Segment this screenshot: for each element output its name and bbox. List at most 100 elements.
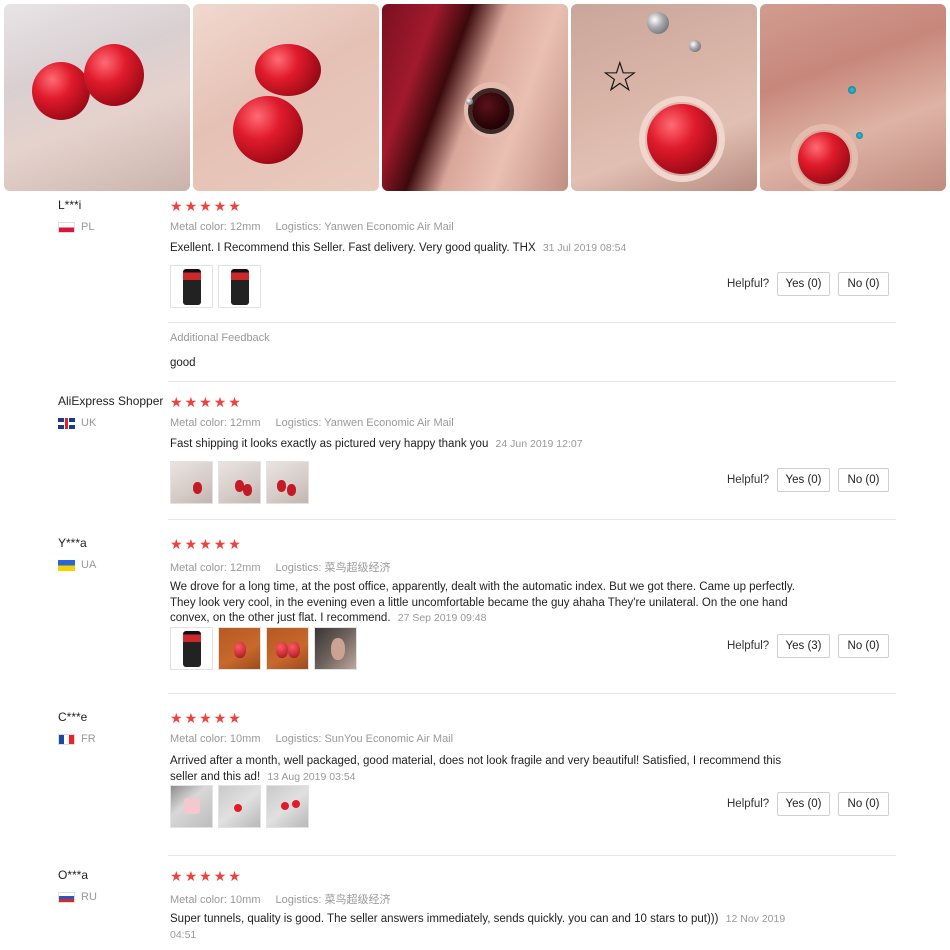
metal-color-value: 10mm (229, 733, 261, 745)
review-photo-thumbnail[interactable] (170, 627, 213, 670)
review-text: Exellent. I Recommend this Seller. Fast … (170, 241, 810, 257)
review-item: AliExpress Shopper UK ★ ★ ★ ★ ★ Metal co… (0, 388, 950, 528)
metal-color-label: Metal color: (170, 221, 227, 233)
review-photo-thumbnail[interactable] (170, 461, 213, 504)
star-icon: ★ (199, 394, 212, 410)
russia-flag-icon (58, 891, 75, 903)
logistics-value: SunYou Economic Air Mail (324, 733, 454, 745)
review-photo-thumbnail[interactable] (266, 627, 309, 670)
review-photo-thumbnail[interactable] (266, 785, 309, 828)
divider (168, 693, 896, 694)
logistics-label: Logistics: (275, 221, 322, 233)
uk-flag-icon (58, 417, 75, 429)
star-icon: ★ (199, 710, 212, 726)
helpful-vote: Helpful? Yes (0) No (0) (727, 792, 889, 816)
metal-color-value: 12mm (229, 221, 261, 233)
star-icon: ★ (228, 868, 241, 884)
reviewer-name: L***i (58, 198, 82, 212)
product-closeup-photo[interactable] (193, 4, 379, 191)
helpful-no-button[interactable]: No (0) (838, 272, 889, 296)
logistics-value: 菜鸟超级经济 (324, 894, 391, 906)
helpful-no-button[interactable]: No (0) (838, 468, 889, 492)
ukraine-flag-icon (58, 559, 75, 571)
helpful-yes-button[interactable]: Yes (0) (777, 468, 830, 492)
logistics-value: Yanwen Economic Air Mail (324, 221, 454, 233)
logistics-value: Yanwen Economic Air Mail (324, 417, 454, 429)
star-icon: ★ (170, 868, 183, 884)
helpful-no-button[interactable]: No (0) (838, 634, 889, 658)
ear-dark-plug-photo[interactable] (382, 4, 568, 191)
review-photo-thumbnail[interactable] (218, 265, 261, 308)
star-icon: ★ (228, 710, 241, 726)
metal-color-value: 12mm (229, 562, 261, 574)
review-body: Fast shipping it looks exactly as pictur… (170, 438, 489, 450)
review-photo-thumbnail[interactable] (170, 785, 213, 828)
metal-color-label: Metal color: (170, 417, 227, 429)
review-item: O***a RU ★ ★ ★ ★ ★ Metal color: 10mm Log… (0, 862, 950, 950)
helpful-vote: Helpful? Yes (0) No (0) (727, 272, 889, 296)
review-photo-thumbnail[interactable] (218, 627, 261, 670)
country-code: RU (81, 891, 97, 903)
review-date: 31 Jul 2019 08:54 (542, 242, 627, 254)
reviewer-name: AliExpress Shopper (58, 394, 164, 408)
review-text: Arrived after a month, well packaged, go… (170, 754, 810, 785)
star-icon: ★ (170, 710, 183, 726)
country-code: UK (81, 417, 97, 429)
review-photo-thumbnail[interactable] (314, 627, 357, 670)
star-rating: ★ ★ ★ ★ ★ (170, 711, 241, 725)
review-date: 13 Aug 2019 03:54 (267, 770, 356, 783)
review-photo-thumbnail[interactable] (266, 461, 309, 504)
reviewer-country: UA (58, 559, 96, 571)
review-photos (170, 265, 261, 308)
reviewer-country: RU (58, 891, 97, 903)
review-date: 27 Sep 2019 09:48 (397, 612, 487, 624)
helpful-yes-button[interactable]: Yes (0) (777, 272, 830, 296)
ear-red-plug-photo[interactable] (760, 4, 946, 191)
metal-color-label: Metal color: (170, 562, 227, 574)
star-icon: ★ (184, 198, 198, 214)
helpful-no-button[interactable]: No (0) (838, 792, 889, 816)
helpful-yes-button[interactable]: Yes (0) (777, 792, 830, 816)
review-photos (170, 785, 309, 828)
star-icon: ★ (213, 536, 227, 552)
product-hand-photo[interactable] (4, 4, 190, 191)
order-info: Metal color: 12mm Logistics: 菜鸟超级经济 (170, 559, 390, 575)
ear-star-piercing-photo[interactable]: ☆ (571, 4, 757, 191)
review-body: Arrived after a month, well packaged, go… (170, 755, 782, 783)
helpful-yes-button[interactable]: Yes (3) (777, 634, 830, 658)
star-icon: ★ (213, 198, 227, 214)
star-icon: ★ (184, 394, 198, 410)
helpful-label: Helpful? (727, 278, 770, 290)
order-info: Metal color: 10mm Logistics: SunYou Econ… (170, 733, 453, 745)
review-item: L***i PL ★ ★ ★ ★ ★ Metal color: 12mm Log… (0, 192, 950, 382)
order-info: Metal color: 12mm Logistics: Yanwen Econ… (170, 221, 454, 233)
review-photo-thumbnail[interactable] (218, 785, 261, 828)
divider (168, 322, 896, 323)
star-rating: ★ ★ ★ ★ ★ (170, 869, 241, 883)
star-icon: ★ (170, 394, 183, 410)
star-icon: ★ (184, 536, 198, 552)
star-icon: ★ (170, 536, 183, 552)
star-charm-icon: ☆ (601, 53, 639, 100)
additional-feedback-label: Additional Feedback (170, 332, 270, 344)
star-icon: ★ (199, 868, 212, 884)
country-code: UA (81, 559, 97, 571)
reviewer-name: C***e (58, 710, 88, 724)
reviewer-country: PL (58, 221, 94, 233)
star-icon: ★ (170, 198, 183, 214)
review-text: Fast shipping it looks exactly as pictur… (170, 437, 810, 453)
review-photo-thumbnail[interactable] (170, 265, 213, 308)
star-icon: ★ (228, 198, 241, 214)
star-icon: ★ (228, 394, 241, 410)
helpful-vote: Helpful? Yes (0) No (0) (727, 468, 889, 492)
review-date: 24 Jun 2019 12:07 (495, 438, 583, 450)
review-photo-thumbnail[interactable] (218, 461, 261, 504)
review-item: Y***a UA ★ ★ ★ ★ ★ Metal color: 12mm Log… (0, 530, 950, 700)
order-info: Metal color: 12mm Logistics: Yanwen Econ… (170, 417, 454, 429)
divider (168, 519, 896, 520)
helpful-label: Helpful? (727, 798, 770, 810)
divider (168, 381, 896, 382)
helpful-vote: Helpful? Yes (3) No (0) (727, 634, 889, 658)
poland-flag-icon (58, 221, 75, 233)
metal-color-label: Metal color: (170, 733, 227, 745)
